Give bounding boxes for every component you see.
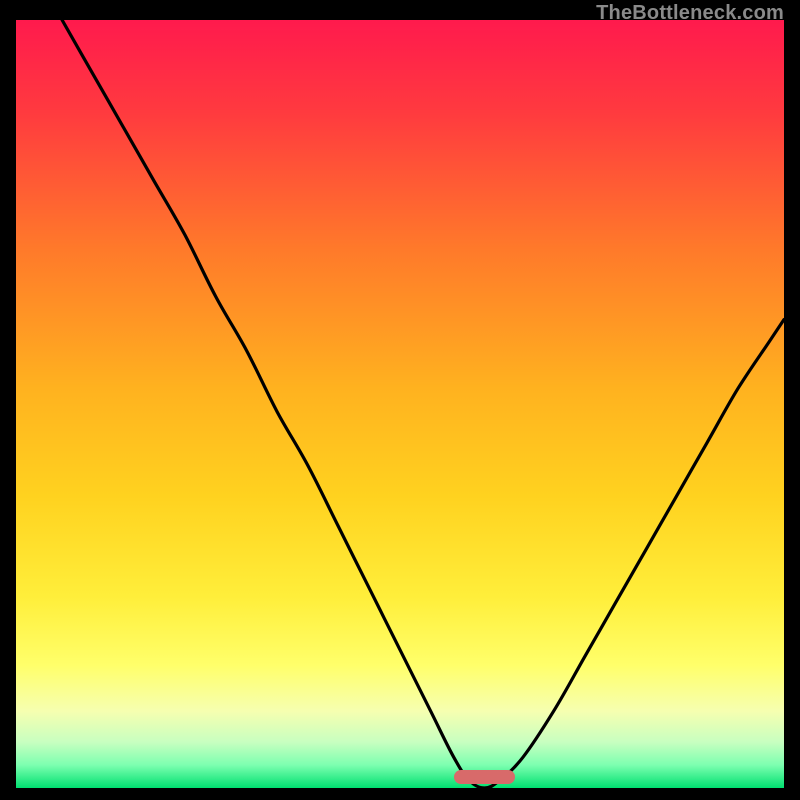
chart-frame (16, 20, 784, 788)
optimal-range-marker (454, 770, 515, 784)
bottleneck-plot (16, 20, 784, 788)
watermark-text: TheBottleneck.com (596, 2, 784, 25)
gradient-background (16, 20, 784, 788)
